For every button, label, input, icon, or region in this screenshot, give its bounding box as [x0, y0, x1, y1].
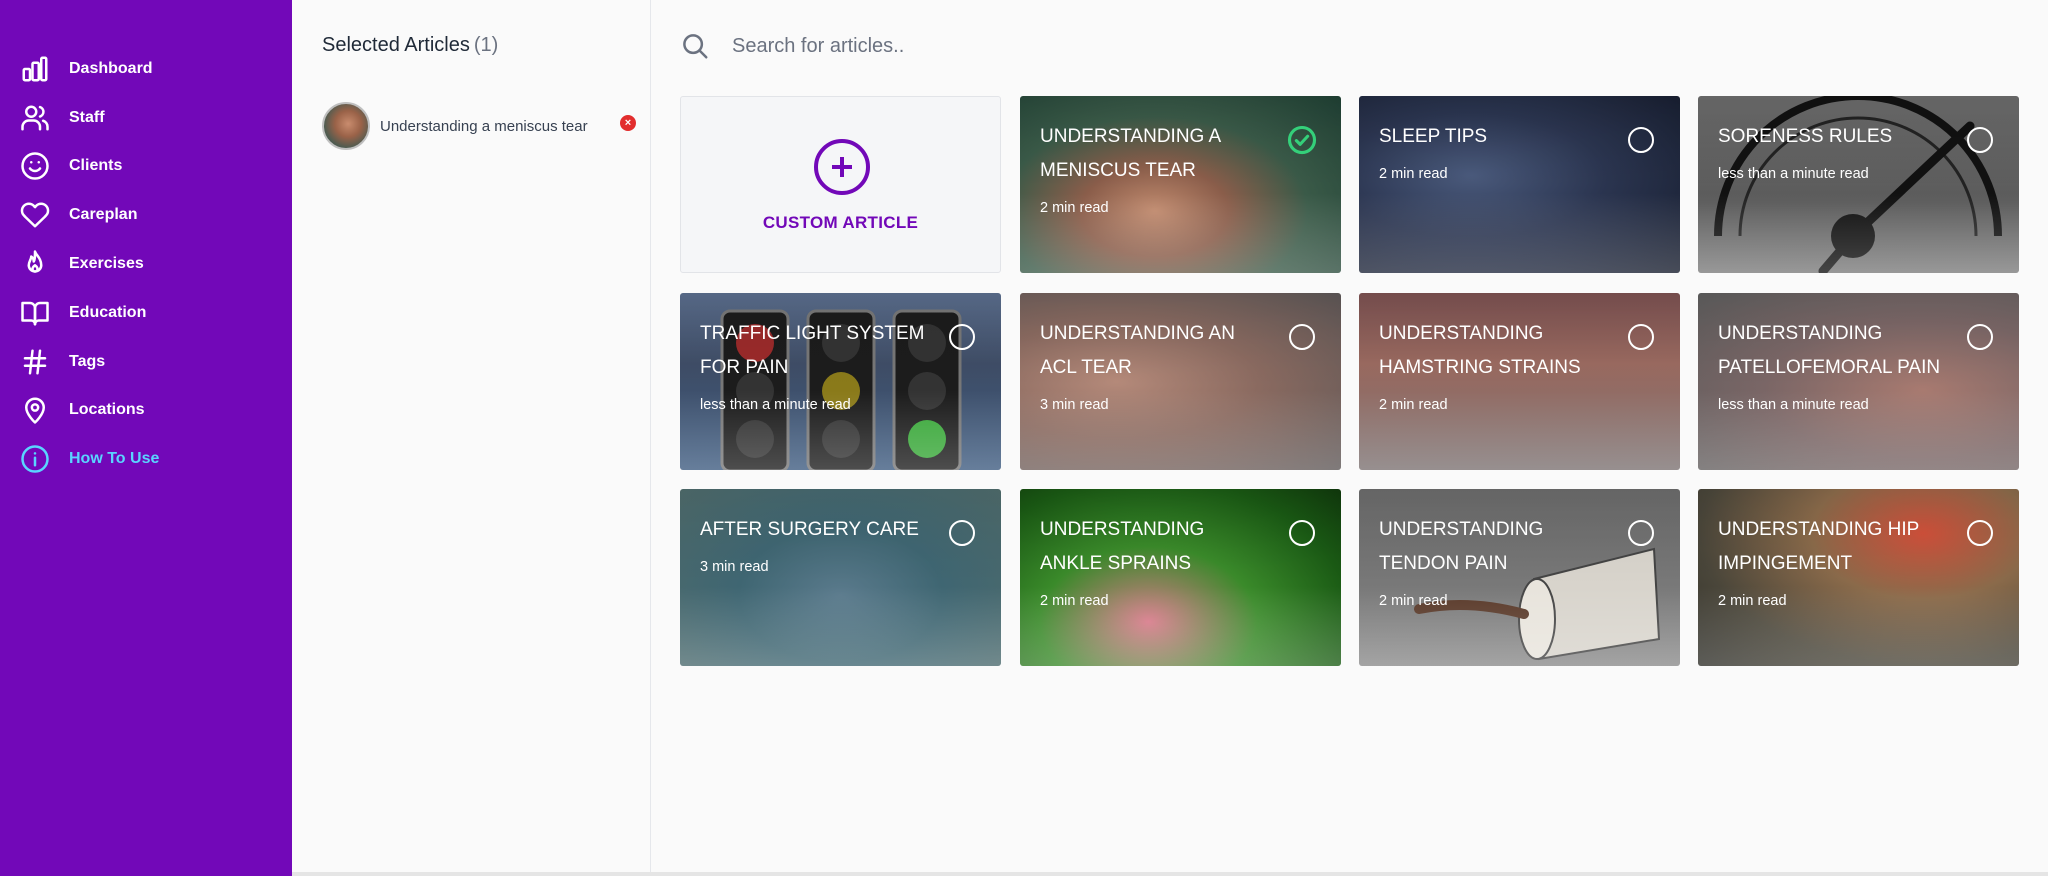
hashtag-icon — [23, 349, 47, 375]
selected-articles-count: (1) — [473, 34, 499, 56]
article-title: AFTER SURGERY CARE — [700, 519, 919, 540]
select-radio[interactable] — [1289, 324, 1315, 350]
location-pin-icon — [25, 397, 45, 424]
book-icon — [21, 301, 49, 326]
article-card-ankle-sprains[interactable]: UNDERSTANDING ANKLE SPRAINS 2 min read — [1020, 489, 1341, 666]
article-read-time: 3 min read — [700, 559, 769, 575]
sidebar-item-staff[interactable]: Staff — [20, 98, 105, 138]
selected-article-item[interactable]: Understanding a meniscus tear — [322, 102, 634, 150]
sidebar: Dashboard Staff Clients Careplan Exercis… — [0, 0, 292, 876]
article-card-acl-tear[interactable]: UNDERSTANDING AN ACL TEAR 3 min read — [1020, 293, 1341, 470]
selected-articles-heading: Selected Articles — [322, 34, 470, 56]
remove-selected-article-button[interactable]: × — [620, 115, 636, 131]
smile-icon — [21, 152, 49, 180]
article-title: UNDERSTANDING PATELLOFEMORAL PAIN — [1718, 323, 1941, 378]
select-radio[interactable] — [1628, 324, 1654, 350]
article-card-patellofemoral-pain[interactable]: UNDERSTANDING PATELLOFEMORAL PAIN less t… — [1698, 293, 2019, 470]
article-title: TRAFFIC LIGHT SYSTEM FOR PAIN — [700, 323, 925, 378]
selected-articles-panel: Selected Articles (1) Understanding a men… — [292, 0, 651, 876]
article-title: SLEEP TIPS — [1379, 126, 1488, 147]
article-read-time: less than a minute read — [1718, 166, 1869, 182]
sidebar-item-tags[interactable]: Tags — [20, 342, 105, 382]
sidebar-item-label: Dashboard — [69, 60, 153, 77]
article-title: UNDERSTANDING AN ACL TEAR — [1040, 323, 1235, 378]
select-radio[interactable] — [1289, 520, 1315, 546]
sidebar-item-label: Tags — [69, 353, 106, 370]
article-read-time: 2 min read — [1718, 593, 1787, 609]
fire-icon — [27, 250, 43, 273]
article-card-tendon-pain[interactable]: UNDERSTANDING TENDON PAIN 2 min read — [1359, 489, 1680, 666]
article-read-time: 3 min read — [1040, 397, 1109, 413]
article-title: SORENESS RULES — [1718, 126, 1893, 147]
sidebar-item-careplan[interactable]: Careplan — [20, 195, 137, 235]
check-circle-icon — [1287, 125, 1317, 155]
info-icon — [21, 445, 49, 473]
article-read-time: less than a minute read — [1718, 397, 1869, 413]
article-read-time: less than a minute read — [700, 397, 851, 413]
bar-chart-icon — [22, 56, 48, 82]
article-card-soreness-rules[interactable]: SORENESS RULES less than a minute read — [1698, 96, 2019, 273]
article-card-hip-impingement[interactable]: UNDERSTANDING HIP IMPINGEMENT 2 min read — [1698, 489, 2019, 666]
custom-article-label: CUSTOM ARTICLE — [762, 213, 919, 232]
search-input[interactable] — [732, 34, 1932, 58]
sidebar-item-clients[interactable]: Clients — [20, 146, 122, 186]
selected-article-label: Understanding a meniscus tear — [380, 117, 588, 135]
sidebar-item-education[interactable]: Education — [20, 293, 146, 333]
article-title: UNDERSTANDING HIP IMPINGEMENT — [1718, 519, 1919, 574]
sidebar-item-label: Staff — [69, 109, 105, 126]
selected-article-thumbnail — [322, 102, 370, 150]
article-card-after-surgery-care[interactable]: AFTER SURGERY CARE 3 min read — [680, 489, 1001, 666]
article-card-hamstring-strains[interactable]: UNDERSTANDING HAMSTRING STRAINS 2 min re… — [1359, 293, 1680, 470]
sidebar-item-how-to-use[interactable]: How To Use — [20, 439, 159, 479]
plus-circle-icon — [814, 139, 870, 195]
select-radio[interactable] — [1967, 324, 1993, 350]
select-radio[interactable] — [1967, 520, 1993, 546]
sidebar-item-label: Education — [69, 304, 147, 321]
article-card-sleep-tips[interactable]: SLEEP TIPS 2 min read — [1359, 96, 1680, 273]
article-title: UNDERSTANDING HAMSTRING STRAINS — [1379, 323, 1581, 378]
selected-check-icon[interactable] — [1287, 125, 1317, 155]
sidebar-item-label: Exercises — [69, 255, 144, 272]
select-radio[interactable] — [949, 520, 975, 546]
custom-article-card[interactable]: CUSTOM ARTICLE — [680, 96, 1001, 273]
sidebar-item-label: Locations — [69, 401, 145, 418]
select-radio[interactable] — [1628, 520, 1654, 546]
page-bottom-border — [292, 872, 2048, 876]
sidebar-item-label: Careplan — [69, 206, 138, 223]
article-card-meniscus-tear[interactable]: UNDERSTANDING A MENISCUS TEAR 2 min read — [1020, 96, 1341, 273]
select-radio[interactable] — [1628, 127, 1654, 153]
selected-articles-title: Selected Articles (1) — [322, 34, 498, 57]
article-read-time: 2 min read — [1040, 200, 1109, 216]
article-title: UNDERSTANDING ANKLE SPRAINS — [1040, 519, 1205, 574]
sidebar-item-label: Clients — [69, 157, 123, 174]
sidebar-item-label: How To Use — [69, 450, 160, 467]
heart-icon — [20, 202, 50, 228]
sidebar-item-locations[interactable]: Locations — [20, 390, 145, 430]
article-title: UNDERSTANDING A MENISCUS TEAR — [1040, 126, 1221, 181]
article-read-time: 2 min read — [1379, 166, 1448, 182]
sidebar-item-exercises[interactable]: Exercises — [20, 244, 144, 284]
article-title: UNDERSTANDING TENDON PAIN — [1379, 519, 1544, 574]
article-read-time: 2 min read — [1040, 593, 1109, 609]
select-radio[interactable] — [949, 324, 975, 350]
article-read-time: 2 min read — [1379, 593, 1448, 609]
select-radio[interactable] — [1967, 127, 1993, 153]
article-card-traffic-light[interactable]: TRAFFIC LIGHT SYSTEM FOR PAIN less than … — [680, 293, 1001, 470]
sidebar-item-dashboard[interactable]: Dashboard — [20, 49, 153, 89]
search-icon — [683, 34, 708, 59]
users-icon — [21, 105, 49, 131]
search-bar — [680, 26, 2020, 66]
article-read-time: 2 min read — [1379, 397, 1448, 413]
